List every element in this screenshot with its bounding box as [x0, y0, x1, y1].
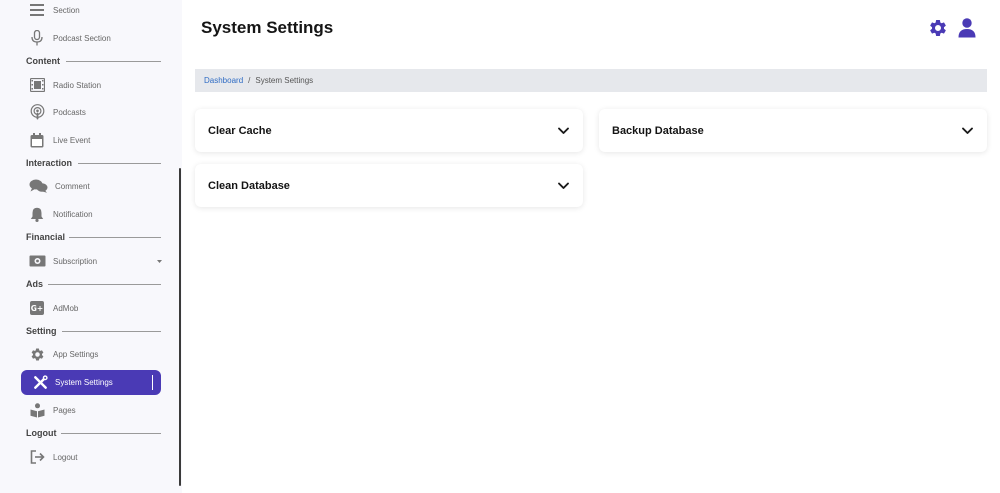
accordion-title: Clear Cache — [208, 124, 272, 137]
sidebar-item-label: App Settings — [53, 349, 99, 359]
accordion-clear-cache[interactable]: Clear Cache — [195, 109, 583, 152]
active-indicator — [151, 375, 153, 390]
accordion-clean-database[interactable]: Clean Database — [195, 164, 583, 207]
sidebar-item-label: Podcasts — [53, 107, 86, 117]
sidebar-item-pages[interactable]: Pages — [28, 397, 76, 423]
sidebar-item-live-event[interactable]: Live Event — [28, 127, 90, 153]
sidebar-item-label: Section — [53, 5, 80, 15]
divider — [61, 433, 161, 434]
sidebar-item-radio-station[interactable]: Radio Station — [28, 72, 101, 98]
sidebar-item-admob[interactable]: G+ AdMob — [28, 295, 78, 321]
sidebar-item-label: System Settings — [55, 378, 113, 387]
breadcrumb-current: System Settings — [255, 76, 314, 85]
money-bill-icon — [28, 252, 46, 270]
section-heading-financial: Financial — [26, 232, 66, 242]
sidebar-item-label: Live Event — [53, 135, 91, 145]
user-profile-icon[interactable] — [958, 18, 978, 38]
svg-text:G+: G+ — [31, 304, 43, 313]
tools-icon — [31, 374, 49, 392]
chevron-down-icon — [557, 179, 570, 192]
section-heading-content: Content — [26, 56, 60, 66]
sidebar-item-label: Radio Station — [53, 80, 102, 90]
book-reader-icon — [28, 401, 46, 419]
divider — [78, 163, 161, 164]
comments-icon — [28, 177, 48, 195]
sidebar-item-app-settings[interactable]: App Settings — [28, 341, 98, 367]
sidebar-item-label: Subscription — [53, 256, 98, 266]
divider — [66, 61, 161, 62]
sidebar-item-logout[interactable]: Logout — [28, 444, 77, 470]
section-heading-ads: Ads — [26, 279, 44, 289]
sidebar-item-label: Podcast Section — [53, 33, 111, 43]
sidebar-item-podcasts[interactable]: Podcasts — [28, 99, 86, 125]
sidebar-item-label: Logout — [53, 452, 78, 462]
sidebar-item-label: Comment — [55, 181, 90, 191]
sidebar-item-label: AdMob — [53, 303, 79, 313]
film-icon — [28, 76, 46, 94]
sidebar-item-subscription[interactable]: Subscription — [28, 248, 163, 274]
google-plus-icon: G+ — [28, 299, 46, 317]
calendar-icon — [28, 131, 46, 149]
microphone-icon — [28, 29, 46, 47]
chevron-down-icon — [961, 124, 974, 137]
podcast-icon — [28, 103, 46, 121]
accordion-title: Backup Database — [612, 124, 704, 137]
sign-out-icon — [28, 448, 46, 466]
settings-gear-icon[interactable] — [928, 18, 948, 38]
divider — [48, 284, 161, 285]
chevron-down-icon — [557, 124, 570, 137]
menu-icon — [28, 1, 46, 19]
caret-down-icon — [157, 258, 163, 264]
divider — [69, 237, 161, 238]
breadcrumb-separator: / — [248, 76, 251, 85]
sidebar-item-label: Notification — [53, 209, 93, 219]
breadcrumb: Dashboard / System Settings — [195, 69, 987, 92]
sidebar-item-section[interactable]: Section — [28, 0, 80, 23]
accordion-backup-database[interactable]: Backup Database — [599, 109, 987, 152]
divider — [62, 331, 161, 332]
section-heading-logout: Logout — [26, 428, 57, 438]
sidebar-item-podcast-section[interactable]: Podcast Section — [28, 25, 111, 51]
section-heading-setting: Setting — [26, 326, 57, 336]
accordion-title: Clean Database — [208, 179, 290, 192]
sidebar-item-notification[interactable]: Notification — [28, 201, 93, 227]
bell-icon — [28, 205, 46, 223]
sidebar-scrollbar[interactable] — [179, 168, 181, 486]
page-title: System Settings — [201, 18, 334, 37]
sidebar-item-label: Pages — [53, 405, 76, 415]
sidebar-item-comment[interactable]: Comment — [28, 173, 90, 199]
sidebar: Section Podcast Section Content Radio St… — [0, 0, 182, 493]
sidebar-item-system-settings[interactable]: System Settings — [21, 370, 161, 395]
gear-icon — [28, 345, 46, 363]
section-heading-interaction: Interaction — [26, 158, 73, 168]
breadcrumb-link-dashboard[interactable]: Dashboard — [204, 76, 243, 85]
